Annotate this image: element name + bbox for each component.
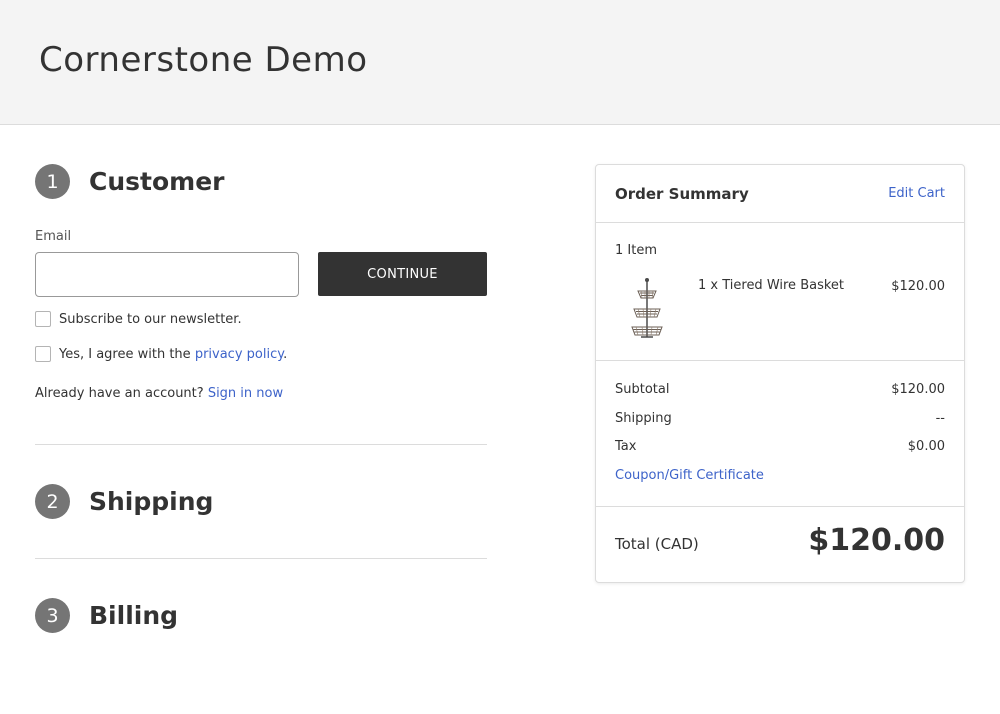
privacy-checkbox[interactable] xyxy=(35,346,51,362)
order-summary-title: Order Summary xyxy=(615,185,749,203)
step-customer: 1 Customer xyxy=(35,164,225,199)
shipping-row: Shipping -- xyxy=(615,411,945,426)
email-label: Email xyxy=(35,229,72,244)
tax-row: Tax $0.00 xyxy=(615,439,945,454)
step-shipping: 2 Shipping xyxy=(35,484,213,519)
order-totals: Subtotal $120.00 Shipping -- Tax $0.00 C… xyxy=(596,361,964,507)
section-divider xyxy=(35,444,487,445)
shipping-label: Shipping xyxy=(615,411,672,426)
total-value: $120.00 xyxy=(808,523,945,558)
privacy-prefix: Yes, I agree with the xyxy=(59,346,195,362)
order-summary: Order Summary Edit Cart 1 Item 1 x Tiere… xyxy=(595,164,965,583)
store-header: Cornerstone Demo xyxy=(0,0,1000,125)
step-number-badge: 1 xyxy=(35,164,70,199)
store-title[interactable]: Cornerstone Demo xyxy=(39,40,368,80)
privacy-label: Yes, I agree with the privacy policy. xyxy=(59,347,287,362)
privacy-policy-link[interactable]: privacy policy xyxy=(195,347,283,362)
tax-value: $0.00 xyxy=(907,439,945,454)
basket-image xyxy=(631,278,663,338)
signin-prompt: Already have an account? Sign in now xyxy=(35,386,283,401)
item-count: 1 Item xyxy=(615,243,657,258)
step-number-badge: 2 xyxy=(35,484,70,519)
total-label: Total (CAD) xyxy=(615,535,699,553)
subtotal-label: Subtotal xyxy=(615,382,670,397)
tax-label: Tax xyxy=(615,439,637,454)
coupon-link[interactable]: Coupon/Gift Certificate xyxy=(615,468,764,483)
email-field[interactable] xyxy=(35,252,299,297)
order-total: Total (CAD) $120.00 xyxy=(596,507,964,582)
order-items: 1 Item 1 x Tiered Wire Basket $120.00 xyxy=(596,223,964,361)
step-title: Customer xyxy=(89,167,225,196)
privacy-suffix: . xyxy=(283,346,288,362)
shipping-value: -- xyxy=(935,411,945,426)
item-price: $120.00 xyxy=(891,279,945,294)
sign-in-link[interactable]: Sign in now xyxy=(208,386,283,401)
item-name: 1 x Tiered Wire Basket xyxy=(698,278,845,293)
subtotal-value: $120.00 xyxy=(891,382,945,397)
privacy-option[interactable]: Yes, I agree with the privacy policy. xyxy=(35,346,287,362)
subtotal-row: Subtotal $120.00 xyxy=(615,382,945,397)
tiered-wire-basket-thumbnail xyxy=(615,277,680,342)
step-number-badge: 3 xyxy=(35,598,70,633)
step-billing: 3 Billing xyxy=(35,598,178,633)
step-title: Billing xyxy=(89,601,179,630)
section-divider xyxy=(35,558,487,559)
continue-button[interactable]: CONTINUE xyxy=(318,252,487,296)
newsletter-label[interactable]: Subscribe to our newsletter. xyxy=(59,312,242,327)
account-prompt: Already have an account? xyxy=(35,386,204,401)
step-title: Shipping xyxy=(89,487,214,516)
newsletter-option[interactable]: Subscribe to our newsletter. xyxy=(35,311,242,327)
edit-cart-link[interactable]: Edit Cart xyxy=(888,186,945,201)
order-summary-header: Order Summary Edit Cart xyxy=(596,165,964,223)
newsletter-checkbox[interactable] xyxy=(35,311,51,327)
